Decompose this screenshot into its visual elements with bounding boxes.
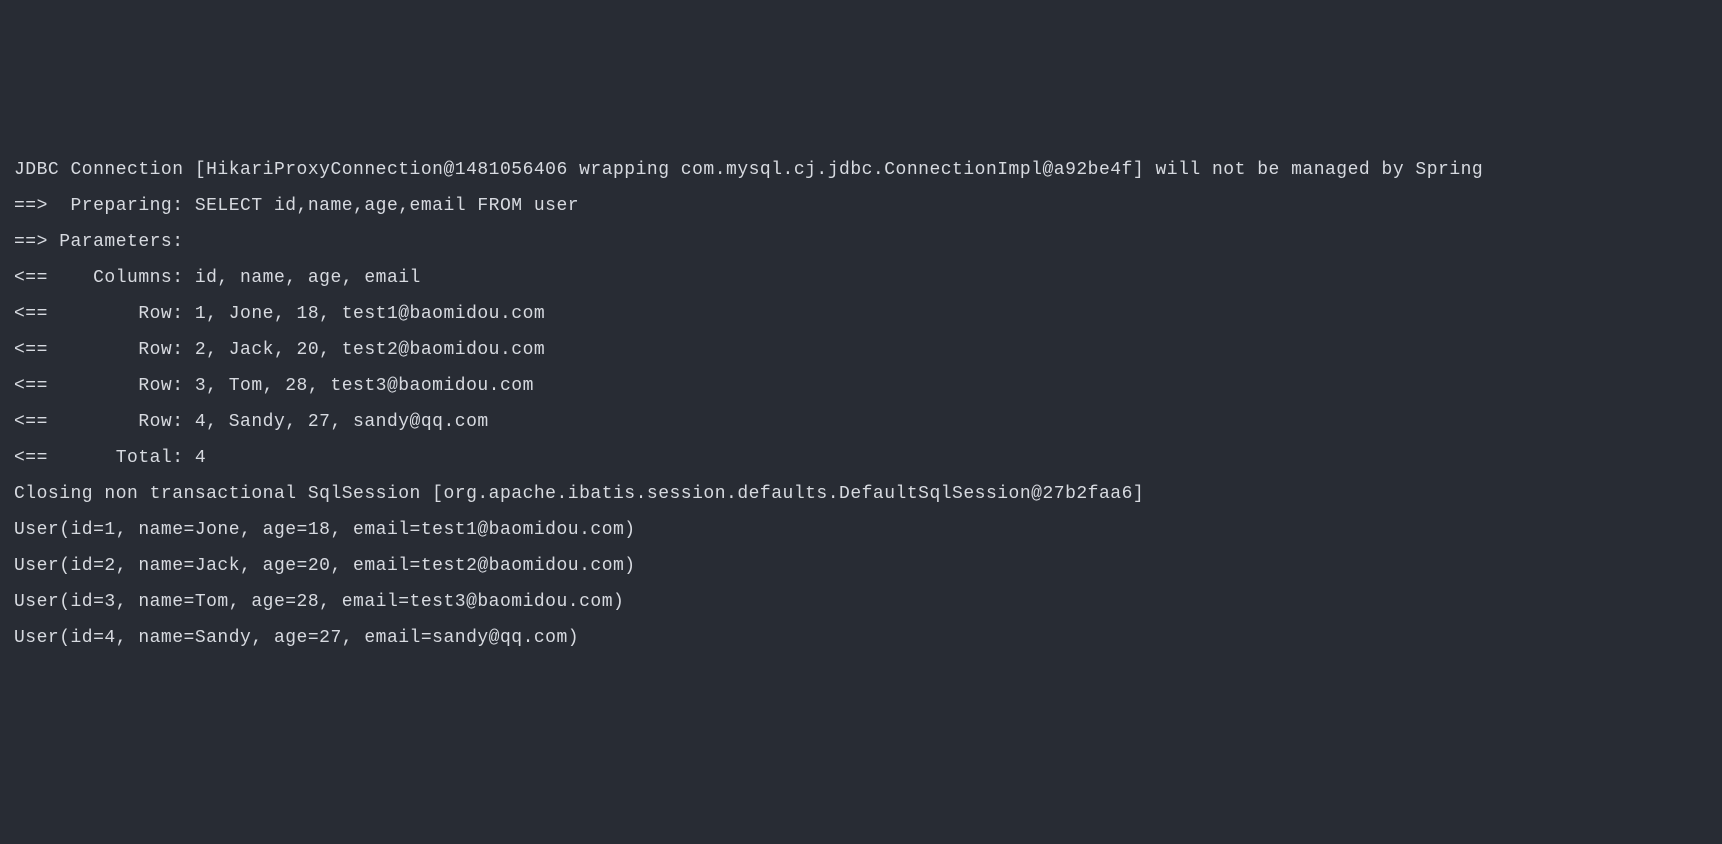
log-line-total: <== Total: 4	[14, 440, 1708, 476]
log-line-row: <== Row: 4, Sandy, 27, sandy@qq.com	[14, 404, 1708, 440]
log-line-closing-session: Closing non transactional SqlSession [or…	[14, 476, 1708, 512]
log-line-user-output: User(id=4, name=Sandy, age=27, email=san…	[14, 620, 1708, 656]
log-line-jdbc-connection: JDBC Connection [HikariProxyConnection@1…	[14, 152, 1708, 188]
log-line-preparing: ==> Preparing: SELECT id,name,age,email …	[14, 188, 1708, 224]
log-line-user-output: User(id=1, name=Jone, age=18, email=test…	[14, 512, 1708, 548]
log-line-user-output: User(id=2, name=Jack, age=20, email=test…	[14, 548, 1708, 584]
log-line-row: <== Row: 3, Tom, 28, test3@baomidou.com	[14, 368, 1708, 404]
log-line-columns: <== Columns: id, name, age, email	[14, 260, 1708, 296]
log-line-row: <== Row: 2, Jack, 20, test2@baomidou.com	[14, 332, 1708, 368]
log-line-row: <== Row: 1, Jone, 18, test1@baomidou.com	[14, 296, 1708, 332]
log-line-user-output: User(id=3, name=Tom, age=28, email=test3…	[14, 584, 1708, 620]
log-line-parameters: ==> Parameters:	[14, 224, 1708, 260]
